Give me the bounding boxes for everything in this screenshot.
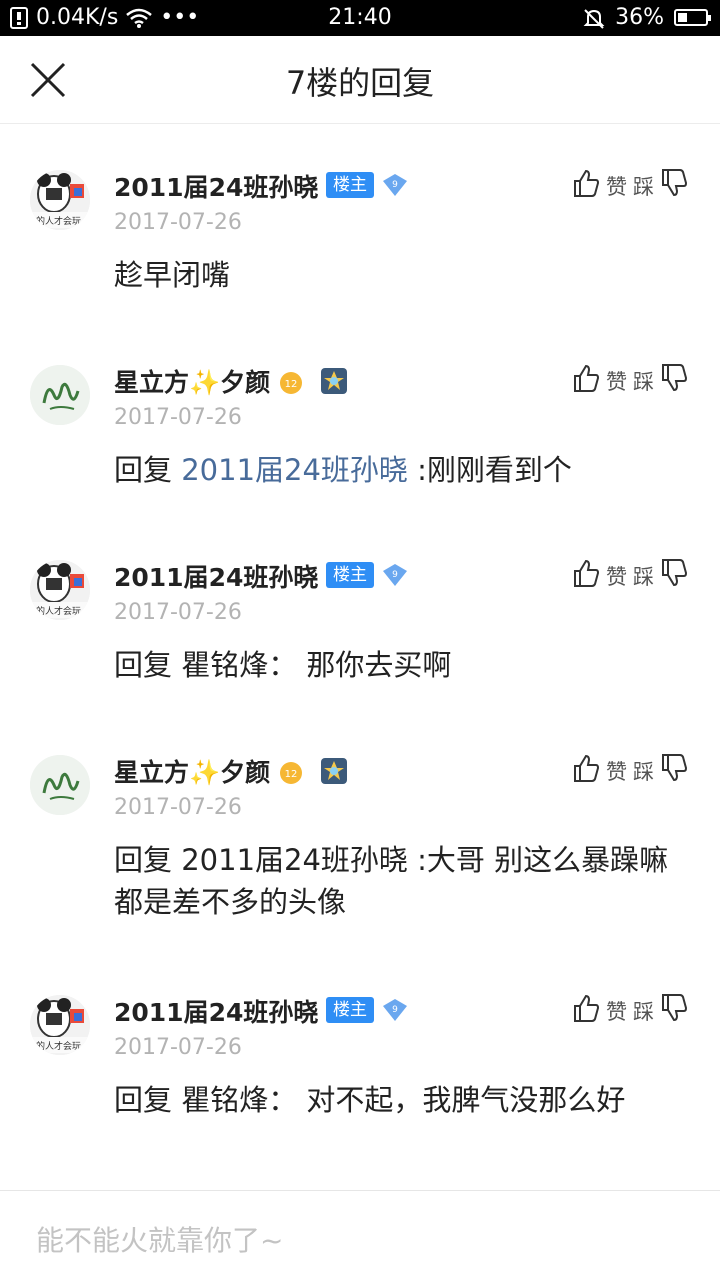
battery-percent: 36% — [615, 5, 664, 30]
thumbs-up-icon[interactable] — [572, 168, 600, 203]
reply-content: 趁早闭嘴 — [114, 258, 231, 292]
avatar[interactable]: 的人才会玩 — [30, 995, 90, 1055]
post-date: 2017-07-26 — [114, 210, 242, 235]
level-number: 9 — [392, 570, 398, 580]
avatar[interactable] — [30, 365, 90, 425]
avatar[interactable] — [30, 755, 90, 815]
nav-bar: 7楼的回复 — [0, 36, 720, 124]
post-date: 2017-07-26 — [114, 795, 242, 820]
avatar[interactable]: 的人才会玩 — [30, 170, 90, 230]
mute-icon — [583, 7, 605, 29]
thumbs-down-icon[interactable] — [660, 558, 688, 593]
status-bar: 0.04K/s ••• 21:40 36% — [0, 0, 720, 36]
svg-text:的人才会玩: 的人才会玩 — [36, 1040, 81, 1052]
battery-fill — [678, 13, 687, 22]
like-label[interactable]: 赞 — [606, 756, 627, 786]
level-badge: 12 — [278, 371, 304, 395]
dislike-label[interactable]: 踩 — [633, 996, 654, 1026]
medal-icon — [320, 367, 348, 399]
owner-badge: 楼主 — [326, 997, 374, 1023]
medal-icon — [320, 757, 348, 789]
level-number: 9 — [392, 1005, 398, 1015]
username[interactable]: 2011届24班孙晓 — [114, 558, 318, 594]
battery-icon — [674, 9, 711, 26]
thumbs-down-icon[interactable] — [660, 363, 688, 398]
level-badge: 12 — [278, 761, 304, 785]
post-date: 2017-07-26 — [114, 405, 242, 430]
reply-input[interactable]: 能不能火就靠你了~ — [36, 1219, 283, 1259]
level-badge: 9 — [382, 563, 408, 587]
mention-link[interactable]: 2011届24班孙晓 — [181, 453, 408, 487]
owner-badge: 楼主 — [326, 562, 374, 588]
reply-content: 回复 瞿铭烽： 那你去买啊 — [114, 648, 452, 682]
level-number: 12 — [285, 769, 298, 780]
thumbs-up-icon[interactable] — [572, 753, 600, 788]
like-label[interactable]: 赞 — [606, 171, 627, 201]
svg-text:的人才会玩: 的人才会玩 — [36, 605, 81, 617]
username[interactable]: 2011届24班孙晓 — [114, 993, 318, 1029]
level-badge: 9 — [382, 998, 408, 1022]
like-label[interactable]: 赞 — [606, 996, 627, 1026]
reply-actions: 赞踩 — [572, 993, 688, 1028]
reply-text: :刚刚看到个 — [407, 453, 572, 487]
username[interactable]: 2011届24班孙晓 — [114, 168, 318, 204]
reply-input-bar[interactable]: 能不能火就靠你了~ — [0, 1190, 720, 1280]
thumbs-up-icon[interactable] — [572, 993, 600, 1028]
like-label[interactable]: 赞 — [606, 366, 627, 396]
post-date: 2017-07-26 — [114, 1035, 242, 1060]
svg-text:的人才会玩: 的人才会玩 — [36, 215, 81, 227]
username[interactable]: 星立方✨夕颜 — [114, 363, 270, 399]
dislike-label[interactable]: 踩 — [633, 756, 654, 786]
level-number: 12 — [285, 379, 298, 390]
avatar[interactable]: 的人才会玩 — [30, 560, 90, 620]
page-title: 7楼的回复 — [285, 64, 435, 102]
dislike-label[interactable]: 踩 — [633, 561, 654, 591]
reply-prefix: 回复 — [114, 453, 182, 487]
thumbs-down-icon[interactable] — [660, 993, 688, 1028]
thumbs-down-icon[interactable] — [660, 168, 688, 203]
thumbs-up-icon[interactable] — [572, 558, 600, 593]
owner-badge: 楼主 — [326, 172, 374, 198]
reply-content: 回复 2011届24班孙晓 :刚刚看到个 — [114, 449, 694, 491]
like-label[interactable]: 赞 — [606, 561, 627, 591]
dislike-label[interactable]: 踩 — [633, 366, 654, 396]
username[interactable]: 星立方✨夕颜 — [114, 753, 270, 789]
reply-content: 回复 2011届24班孙晓 :大哥 别这么暴躁嘛 都是差不多的头像 — [114, 843, 669, 919]
dislike-label[interactable]: 踩 — [633, 171, 654, 201]
reply-actions: 赞踩 — [572, 363, 688, 398]
post-date: 2017-07-26 — [114, 600, 242, 625]
reply-actions: 赞踩 — [572, 753, 688, 788]
thumbs-up-icon[interactable] — [572, 363, 600, 398]
level-number: 9 — [392, 180, 398, 190]
reply-actions: 赞踩 — [572, 558, 688, 593]
thumbs-down-icon[interactable] — [660, 753, 688, 788]
reply-content: 回复 瞿铭烽： 对不起，我脾气没那么好 — [114, 1083, 626, 1117]
level-badge: 9 — [382, 173, 408, 197]
reply-actions: 赞踩 — [572, 168, 688, 203]
